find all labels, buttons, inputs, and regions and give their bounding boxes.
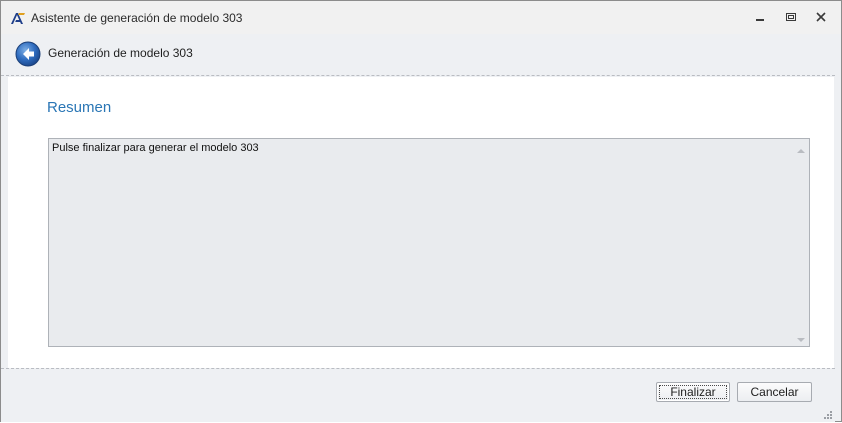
scroll-down-icon[interactable] (796, 333, 806, 342)
minimize-button[interactable] (749, 8, 771, 26)
resize-grip-icon[interactable] (821, 408, 833, 420)
wizard-window: Asistente de generación de modelo 303 Ge… (0, 0, 842, 422)
restore-button[interactable] (780, 8, 802, 26)
vertical-scrollbar[interactable] (793, 139, 809, 346)
minimize-icon (754, 11, 766, 23)
wizard-footer: Finalizar Cancelar (1, 368, 835, 422)
header-title: Generación de modelo 303 (48, 46, 193, 60)
section-heading: Resumen (47, 99, 112, 116)
wizard-header: Generación de modelo 303 (1, 34, 835, 76)
cancel-button[interactable]: Cancelar (737, 382, 812, 402)
summary-textbox[interactable]: Pulse finalizar para generar el modelo 3… (48, 138, 810, 347)
aeat-logo-icon (10, 10, 26, 26)
summary-text: Pulse finalizar para generar el modelo 3… (52, 142, 259, 154)
finish-button[interactable]: Finalizar (656, 382, 730, 402)
back-button[interactable] (15, 41, 41, 67)
close-button[interactable] (810, 8, 832, 26)
scroll-up-icon[interactable] (796, 144, 806, 153)
close-icon (815, 11, 827, 23)
window-title: Asistente de generación de modelo 303 (31, 11, 243, 25)
title-bar: Asistente de generación de modelo 303 (1, 1, 841, 34)
back-arrow-icon (15, 41, 41, 70)
restore-icon (785, 11, 797, 23)
wizard-content: Resumen Pulse finalizar para generar el … (8, 77, 834, 368)
